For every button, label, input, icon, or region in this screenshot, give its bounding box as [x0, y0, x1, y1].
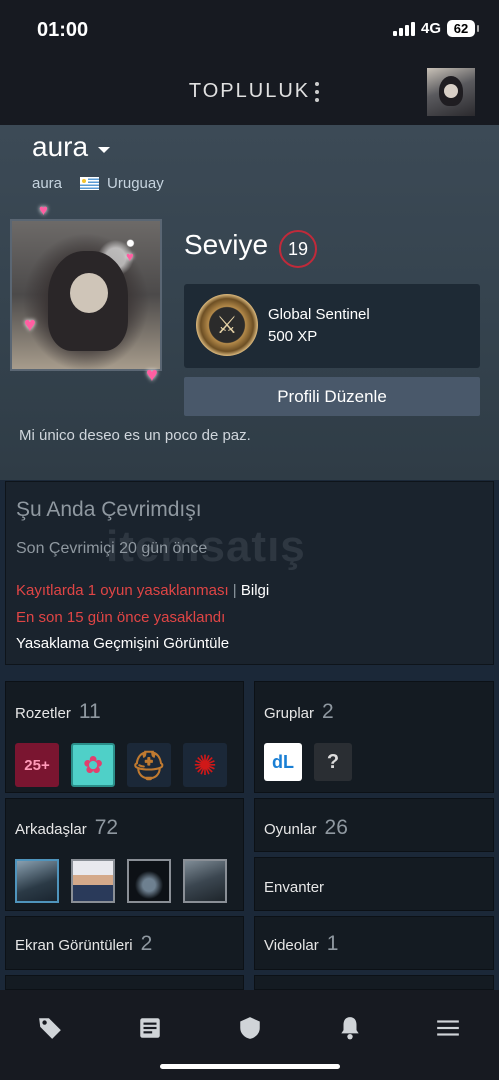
- screenshots-label-text: Ekran Görüntüleri: [15, 937, 133, 954]
- profile-name: aura: [32, 131, 89, 162]
- battery-icon: 62: [447, 20, 479, 37]
- badge-icons: 25+ ✿ ⛑ ✺: [15, 743, 227, 787]
- friends-section[interactable]: Arkadaşlar 72: [5, 798, 244, 911]
- badges-label-text: Rozetler: [15, 705, 71, 722]
- friends-label-text: Arkadaşlar: [15, 821, 87, 838]
- country: Uruguay: [107, 175, 164, 192]
- ban-history-link[interactable]: Yasaklama Geçmişini Görüntüle: [16, 635, 229, 652]
- more-section[interactable]: [254, 975, 494, 990]
- games-label: Oyunlar 26: [264, 816, 348, 840]
- real-name: aura: [32, 175, 63, 192]
- edit-profile-button[interactable]: Profili Düzenle: [184, 377, 480, 416]
- caret-down-icon: [98, 147, 111, 153]
- featured-badge-card[interactable]: ⚔ Global Sentinel 500 XP: [184, 284, 480, 368]
- games-label-text: Oyunlar: [264, 821, 317, 838]
- ban-info-link[interactable]: Bilgi: [241, 582, 269, 599]
- games-count: 26: [324, 816, 348, 839]
- featured-badge-xp: 500 XP: [268, 328, 318, 345]
- profile-avatar: [10, 219, 162, 371]
- last-ban: En son 15 gün önce yasaklandı: [16, 609, 226, 626]
- ban-record: Kayıtlarda 1 oyun yasaklanması | Bilgi: [16, 582, 269, 599]
- top-bar: 01:00 4G 62 TOPLULUK: [0, 0, 499, 125]
- helmet-badge-icon[interactable]: ⛑: [127, 743, 171, 787]
- inventory-section[interactable]: Envanter: [254, 857, 494, 911]
- friend-avatar[interactable]: [15, 859, 59, 903]
- videos-count: 1: [326, 932, 339, 955]
- profile-summary: Mi único deseo es un poco de paz.: [19, 427, 251, 444]
- level-badge[interactable]: 19: [279, 230, 317, 268]
- friend-avatar[interactable]: [183, 859, 227, 903]
- network-type: 4G: [420, 20, 441, 37]
- online-status-panel: itemsatış Şu Anda Çevrimdışı Son Çevrimi…: [5, 481, 494, 665]
- badges-section[interactable]: Rozetler 11 25+ ✿ ⛑ ✺: [5, 681, 244, 793]
- more-section[interactable]: [5, 975, 244, 990]
- more-options-icon[interactable]: [311, 80, 323, 104]
- friends-count: 72: [94, 816, 119, 839]
- friend-avatar[interactable]: [127, 859, 171, 903]
- dl-group-icon[interactable]: dL: [264, 743, 302, 781]
- heart-icon: ♥: [24, 314, 36, 336]
- bell-icon[interactable]: [337, 1015, 363, 1041]
- friend-avatars: [15, 859, 227, 903]
- groups-label: Gruplar 2: [264, 700, 334, 724]
- header-avatar[interactable]: [427, 68, 475, 116]
- videos-label-text: Videolar: [264, 937, 319, 954]
- badges-label: Rozetler 11: [15, 700, 101, 724]
- friend-avatar[interactable]: [71, 859, 115, 903]
- games-section[interactable]: Oyunlar 26: [254, 798, 494, 852]
- flower-badge-icon[interactable]: ✿: [71, 743, 115, 787]
- seal-badge-icon[interactable]: ✺: [183, 743, 227, 787]
- ban-separator: |: [232, 582, 237, 599]
- featured-badge-name: Global Sentinel: [268, 306, 370, 323]
- groups-count: 2: [322, 700, 334, 723]
- status-bar: 01:00 4G 62: [0, 0, 499, 56]
- badge-25-icon[interactable]: 25+: [15, 743, 59, 787]
- tag-icon[interactable]: [37, 1015, 63, 1041]
- inventory-label: Envanter: [264, 879, 325, 896]
- profile-subline: aura Uruguay: [32, 175, 164, 192]
- shield-icon[interactable]: [237, 1015, 263, 1041]
- friends-label: Arkadaşlar 72: [15, 816, 118, 840]
- heart-icon: ♥: [39, 202, 48, 219]
- online-status: Şu Anda Çevrimdışı: [16, 498, 202, 521]
- news-icon[interactable]: [137, 1015, 163, 1041]
- status-icons: 4G 62: [392, 20, 479, 37]
- signal-icon: [392, 21, 415, 36]
- menu-icon[interactable]: [435, 1015, 461, 1041]
- heart-icon: ♥: [146, 364, 158, 386]
- last-online: Son Çevrimiçi 20 gün önce: [16, 540, 208, 557]
- global-sentinel-badge-icon: ⚔: [196, 294, 258, 356]
- profile-name-dropdown[interactable]: aura: [32, 131, 111, 163]
- badges-count: 11: [78, 700, 101, 723]
- page-title: TOPLULUK: [188, 80, 311, 102]
- screenshots-section[interactable]: Ekran Görüntüleri 2: [5, 916, 244, 970]
- home-indicator[interactable]: [160, 1064, 340, 1069]
- videos-section[interactable]: Videolar 1: [254, 916, 494, 970]
- group-icons: dL ?: [264, 743, 352, 781]
- groups-section[interactable]: Gruplar 2 dL ?: [254, 681, 494, 793]
- screenshots-count: 2: [140, 932, 153, 955]
- heart-icon: ♥: [126, 249, 134, 264]
- ban-record-text: Kayıtlarda 1 oyun yasaklanması: [16, 582, 229, 599]
- groups-label-text: Gruplar: [264, 705, 315, 722]
- clock: 01:00: [37, 19, 89, 41]
- screenshots-label: Ekran Görüntüleri 2: [15, 932, 152, 956]
- unknown-group-icon[interactable]: ?: [314, 743, 352, 781]
- videos-label: Videolar 1: [264, 932, 338, 956]
- uruguay-flag-icon: [80, 177, 100, 190]
- level-label: Seviye: [184, 229, 269, 260]
